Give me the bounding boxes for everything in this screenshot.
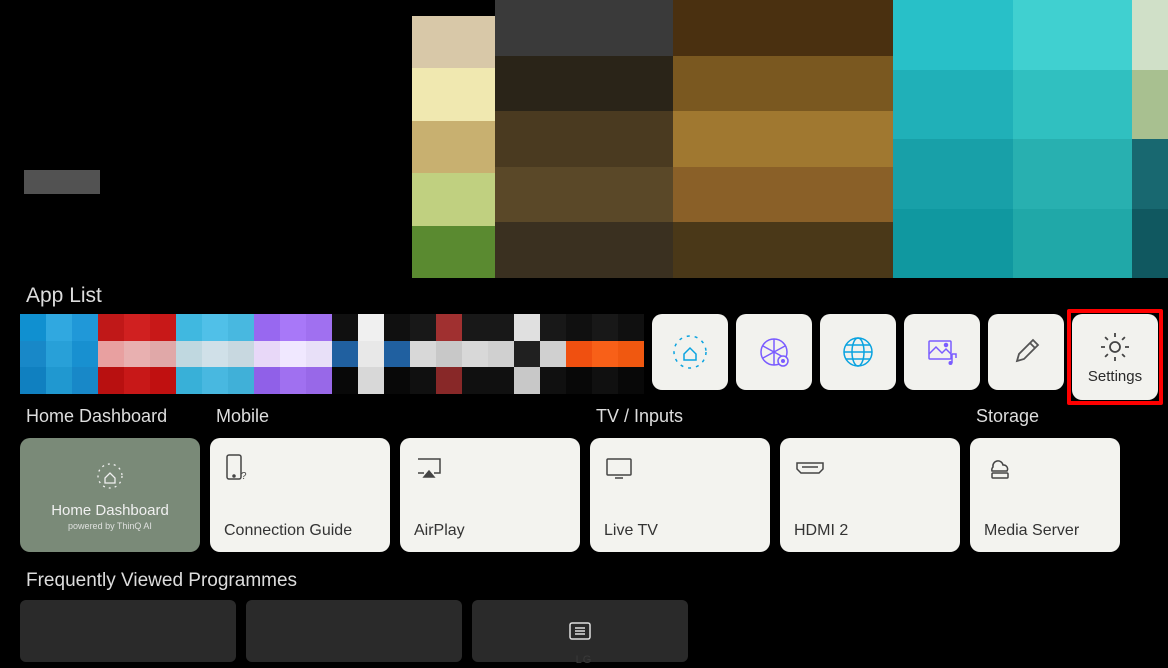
app-tile[interactable] — [254, 314, 332, 394]
app-tile[interactable] — [176, 314, 254, 394]
app-tile-edit[interactable] — [988, 314, 1064, 390]
card-label: Live TV — [604, 522, 756, 540]
airplay-icon — [414, 455, 444, 481]
app-list-row: Settings — [20, 314, 1148, 394]
hdmi2-card[interactable]: HDMI 2 — [780, 438, 960, 552]
card-label: AirPlay — [414, 522, 566, 540]
app-tile-gallery[interactable] — [904, 314, 980, 390]
pencil-icon — [1008, 334, 1044, 370]
programme-tile[interactable] — [20, 600, 236, 662]
app-tile[interactable] — [410, 314, 488, 394]
section-label-frequently-viewed: Frequently Viewed Programmes — [26, 570, 1148, 592]
media-server-card[interactable]: Media Server — [970, 438, 1120, 552]
section-label-app-list: App List — [26, 284, 1148, 308]
cloud-server-icon — [984, 455, 1014, 481]
home-hub-icon — [670, 332, 710, 372]
connection-guide-card[interactable]: ? Connection Guide — [210, 438, 390, 552]
programme-menu-tile[interactable] — [472, 600, 688, 662]
home-dashboard-card[interactable]: Home Dashboard powered by ThinQ AI — [20, 438, 200, 552]
programme-tile[interactable] — [246, 600, 462, 662]
app-tile-browser[interactable] — [820, 314, 896, 390]
app-tile-home-hub[interactable] — [652, 314, 728, 390]
dashboard-row: Home Dashboard Home Dashboard powered by… — [20, 406, 1148, 552]
section-label-mobile: Mobile — [216, 406, 580, 430]
card-label: HDMI 2 — [794, 522, 946, 540]
background-fragment — [24, 170, 100, 194]
phone-help-icon: ? — [224, 453, 248, 483]
home-dashboard-icon — [92, 460, 128, 496]
card-label: Media Server — [984, 522, 1106, 540]
card-label: Connection Guide — [224, 522, 376, 540]
app-tile[interactable] — [20, 314, 98, 394]
hdmi-icon — [794, 459, 826, 477]
app-tile[interactable] — [98, 314, 176, 394]
frequently-viewed-row — [20, 600, 1148, 662]
section-label-tv-inputs: TV / Inputs — [596, 406, 960, 430]
app-tile[interactable] — [488, 314, 566, 394]
home-dashboard-subtitle: powered by ThinQ AI — [68, 521, 152, 531]
background-preview — [0, 0, 1168, 278]
app-tile-sports[interactable] — [736, 314, 812, 390]
gear-icon — [1098, 330, 1132, 364]
section-label-storage: Storage — [976, 406, 1120, 430]
settings-label: Settings — [1088, 368, 1142, 385]
section-label-home-dashboard: Home Dashboard — [26, 406, 200, 430]
app-tile-settings[interactable]: Settings — [1072, 314, 1158, 400]
airplay-card[interactable]: AirPlay — [400, 438, 580, 552]
brand-logo: LG — [576, 654, 593, 666]
globe-icon — [840, 334, 876, 370]
svg-text:?: ? — [241, 471, 247, 482]
app-tile[interactable] — [332, 314, 410, 394]
live-tv-card[interactable]: Live TV — [590, 438, 770, 552]
home-dashboard-title: Home Dashboard — [51, 502, 169, 519]
app-tile[interactable] — [566, 314, 644, 394]
gallery-music-icon — [924, 334, 960, 370]
list-icon — [568, 621, 592, 641]
tv-icon — [604, 456, 634, 480]
sports-icon — [755, 333, 793, 371]
